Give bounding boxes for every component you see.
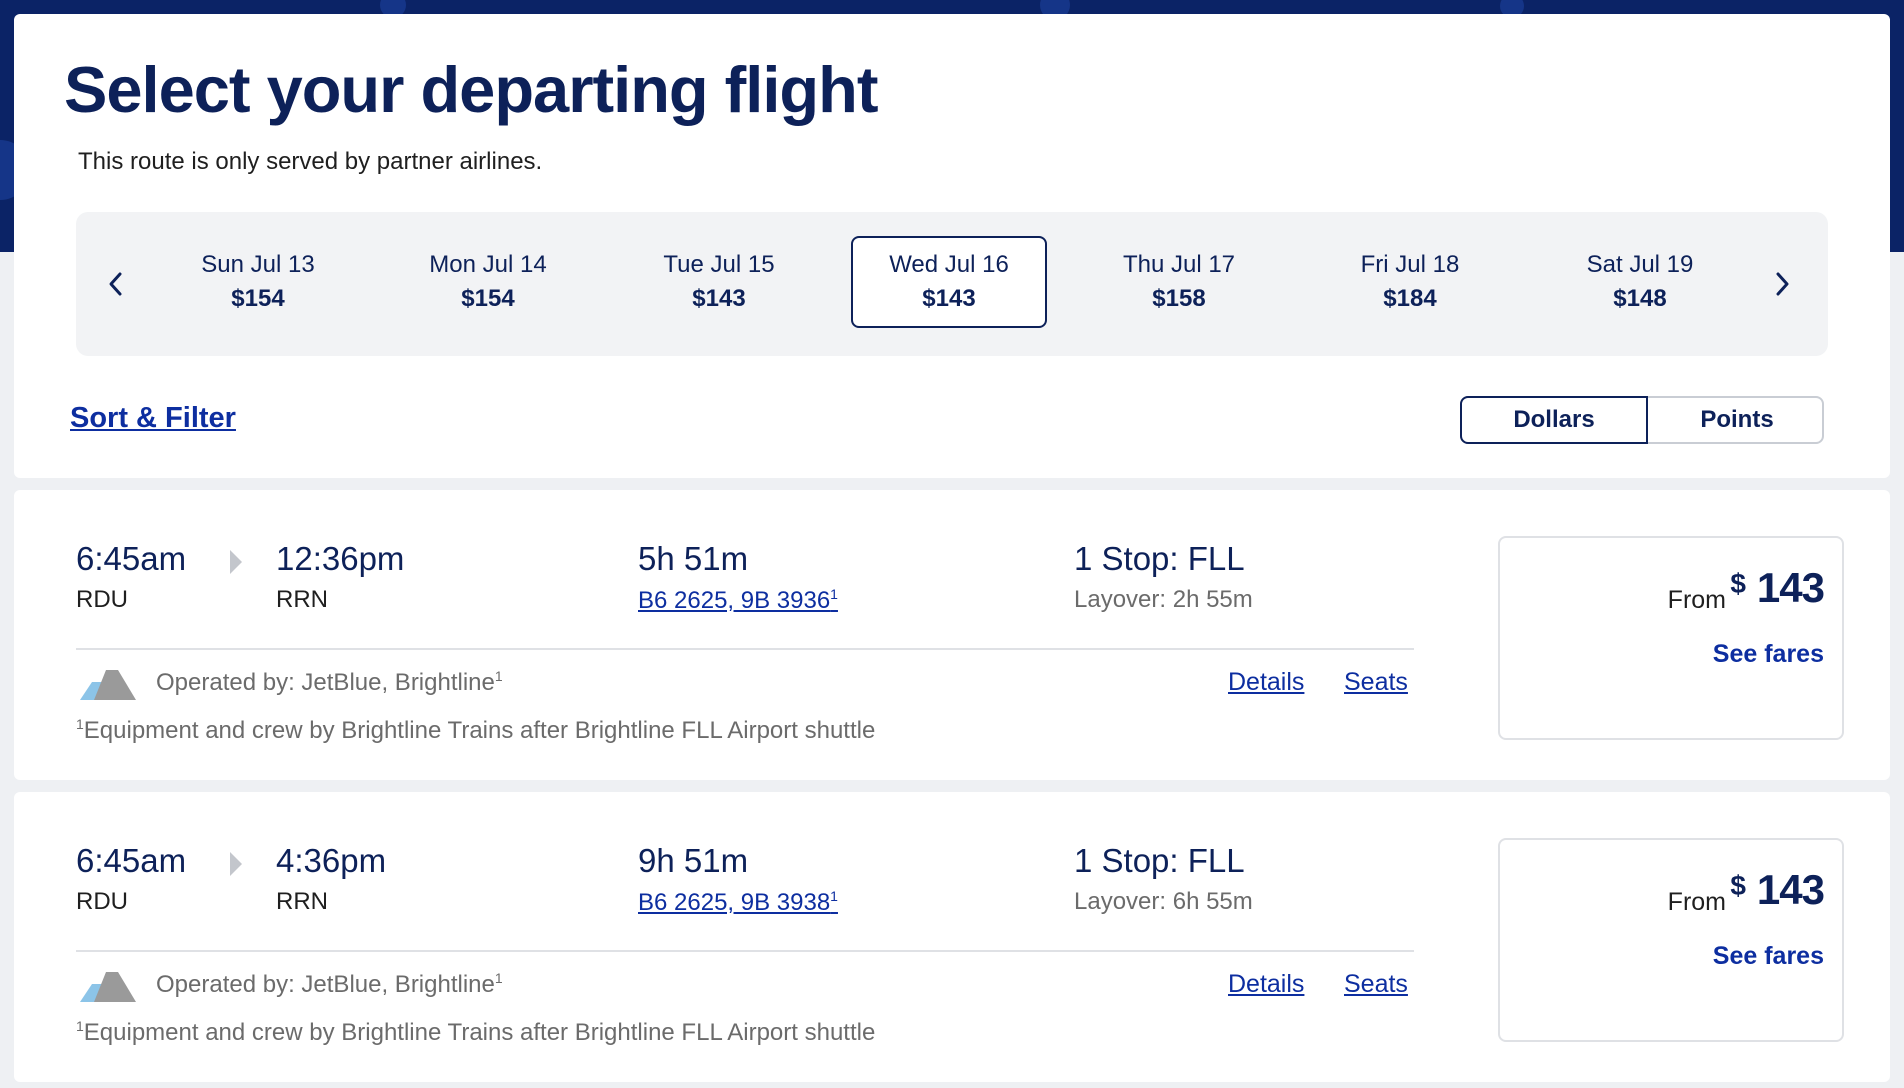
fare-currency: $	[1730, 568, 1746, 599]
date-option-sun-jul-13[interactable]: Sun Jul 13 $154	[160, 236, 356, 328]
sort-filter-link[interactable]: Sort & Filter	[70, 402, 236, 435]
airline-tail-logo-icon	[80, 972, 136, 1002]
date-price: $158	[1152, 285, 1206, 312]
footnote-marker: 1	[830, 586, 838, 602]
prev-dates-button[interactable]	[92, 260, 140, 308]
depart-time: 6:45am	[76, 842, 187, 879]
chevron-right-icon	[1776, 272, 1789, 296]
stops-info: 1 Stop: FLL	[1074, 540, 1245, 577]
flight-duration: 5h 51m	[638, 540, 749, 577]
layover-info: Layover: 6h 55m	[1074, 888, 1253, 915]
date-label: Sun Jul 13	[201, 251, 315, 278]
see-fares-button[interactable]: See fares	[1713, 640, 1824, 669]
flight-card: 6:45am RDU 4:36pm RRN 9h 51m B6 2625, 9B…	[14, 792, 1890, 1082]
card-divider	[76, 950, 1414, 952]
footnote-text: Equipment and crew by Brightline Trains …	[83, 1019, 876, 1046]
date-option-tue-jul-15[interactable]: Tue Jul 15 $143	[621, 236, 817, 328]
page-subtitle: This route is only served by partner air…	[78, 148, 543, 175]
footnote: 1Equipment and crew by Brightline Trains…	[76, 1018, 875, 1047]
footnote-text: Equipment and crew by Brightline Trains …	[83, 717, 876, 744]
arrive-airport: RRN	[276, 586, 328, 613]
date-option-wed-jul-16[interactable]: Wed Jul 16 $143	[851, 236, 1047, 328]
date-label: Sat Jul 19	[1586, 251, 1694, 278]
dollars-toggle-button[interactable]: Dollars	[1460, 396, 1648, 444]
flight-numbers-text: B6 2625, 9B 3938	[638, 889, 831, 916]
date-label: Mon Jul 14	[429, 251, 547, 278]
footnote: 1Equipment and crew by Brightline Trains…	[76, 716, 875, 745]
fare-box[interactable]: From $ 143 See fares	[1498, 838, 1844, 1042]
date-price: $154	[461, 285, 515, 312]
details-link[interactable]: Details	[1228, 668, 1304, 697]
depart-airport: RDU	[76, 888, 128, 915]
arrow-right-icon	[230, 852, 242, 876]
arrive-time: 12:36pm	[276, 540, 405, 577]
date-option-sat-jul-19[interactable]: Sat Jul 19 $148	[1542, 236, 1738, 328]
date-price: $148	[1613, 285, 1667, 312]
footnote-marker: 1	[76, 1018, 84, 1034]
airline-tail-logo-icon	[80, 670, 136, 700]
depart-airport: RDU	[76, 586, 128, 613]
fare-box[interactable]: From $ 143 See fares	[1498, 536, 1844, 740]
operated-by-text: Operated by: JetBlue, Brightline	[156, 971, 495, 998]
flight-numbers-link[interactable]: B6 2625, 9B 39381	[638, 888, 838, 917]
footnote-marker: 1	[76, 716, 84, 732]
arrive-airport: RRN	[276, 888, 328, 915]
operated-by-text: Operated by: JetBlue, Brightline	[156, 669, 495, 696]
date-price: $143	[692, 285, 746, 312]
operated-by: Operated by: JetBlue, Brightline1	[156, 668, 503, 697]
date-option-fri-jul-18[interactable]: Fri Jul 18 $184	[1312, 236, 1508, 328]
flight-numbers-link[interactable]: B6 2625, 9B 39361	[638, 586, 838, 615]
date-option-mon-jul-14[interactable]: Mon Jul 14 $154	[390, 236, 586, 328]
details-link[interactable]: Details	[1228, 970, 1304, 999]
chevron-left-icon	[109, 272, 122, 296]
next-dates-button[interactable]	[1758, 260, 1806, 308]
fare-currency: $	[1730, 870, 1746, 901]
date-price: $154	[231, 285, 285, 312]
date-price: $143	[922, 285, 976, 312]
currency-toggle: Dollars Points	[1460, 396, 1824, 444]
page-title: Select your departing flight	[64, 53, 878, 126]
fare-amount: 143	[1756, 564, 1825, 611]
arrive-time: 4:36pm	[276, 842, 387, 879]
date-label: Wed Jul 16	[889, 251, 1009, 278]
stops-info: 1 Stop: FLL	[1074, 842, 1245, 879]
flight-card: 6:45am RDU 12:36pm RRN 5h 51m B6 2625, 9…	[14, 490, 1890, 780]
footnote-marker: 1	[830, 888, 838, 904]
arrow-right-icon	[230, 550, 242, 574]
date-option-thu-jul-17[interactable]: Thu Jul 17 $158	[1081, 236, 1277, 328]
layover-info: Layover: 2h 55m	[1074, 586, 1253, 613]
points-toggle-button[interactable]: Points	[1648, 396, 1826, 444]
depart-time: 6:45am	[76, 540, 187, 577]
fare-from-label: From	[1667, 586, 1726, 614]
see-fares-button[interactable]: See fares	[1713, 942, 1824, 971]
fare-amount: 143	[1756, 866, 1825, 913]
seats-link[interactable]: Seats	[1344, 970, 1408, 999]
flight-numbers-text: B6 2625, 9B 3936	[638, 587, 831, 614]
date-price: $184	[1383, 285, 1437, 312]
fare-from-label: From	[1667, 888, 1726, 916]
footnote-marker: 1	[494, 970, 503, 986]
date-strip: Sun Jul 13 $154 Mon Jul 14 $154 Tue Jul …	[76, 212, 1828, 356]
date-label: Thu Jul 17	[1122, 251, 1236, 278]
date-label: Tue Jul 15	[663, 251, 775, 278]
footnote-marker: 1	[494, 668, 503, 684]
operated-by: Operated by: JetBlue, Brightline1	[156, 970, 503, 999]
seats-link[interactable]: Seats	[1344, 668, 1408, 697]
flight-duration: 9h 51m	[638, 842, 749, 879]
card-divider	[76, 648, 1414, 650]
date-label: Fri Jul 18	[1360, 251, 1460, 278]
